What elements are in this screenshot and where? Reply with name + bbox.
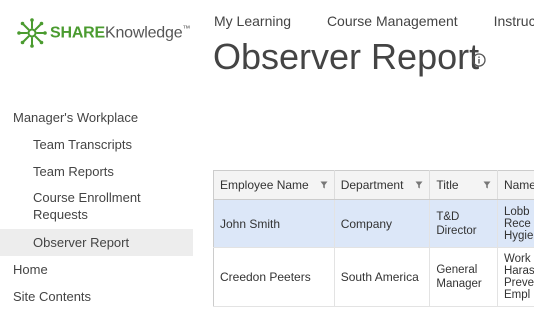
page-title: Observer Report xyxy=(213,36,479,78)
cell-title: General Manager xyxy=(430,248,498,307)
sidebar-item-site-contents[interactable]: Site Contents xyxy=(0,283,193,310)
filter-icon[interactable] xyxy=(415,181,423,189)
sidebar-item-team-reports[interactable]: Team Reports xyxy=(0,158,193,185)
filter-icon[interactable] xyxy=(483,181,491,189)
sidebar-heading-managers-workplace[interactable]: Manager's Workplace xyxy=(0,104,193,131)
cell-name: Work Haras Preve Empl xyxy=(497,248,534,307)
column-header-label: Name xyxy=(504,178,534,192)
column-header-name[interactable]: Name xyxy=(497,171,534,200)
logo[interactable]: SHAREKnowledge™ xyxy=(14,12,194,54)
sidebar-item-home[interactable]: Home xyxy=(0,256,193,283)
table-row[interactable]: John Smith Company T&D Director Lobb Rec… xyxy=(214,200,534,248)
column-header-label: Department xyxy=(341,178,404,192)
column-header-label: Title xyxy=(436,178,458,192)
observer-report-table-container: Employee Name Department Title Name John… xyxy=(213,170,534,310)
cell-name: Lobb Rece Hygie xyxy=(497,200,534,248)
logo-mark-icon xyxy=(16,17,48,49)
sidebar-navigation: Manager's Workplace Team Transcripts Tea… xyxy=(0,104,193,310)
logo-wordmark: SHAREKnowledge™ xyxy=(50,24,190,42)
topnav-course-management[interactable]: Course Management xyxy=(327,13,458,29)
cell-employee-name: John Smith xyxy=(214,200,335,248)
cell-department: South America xyxy=(334,248,430,307)
top-navigation: My Learning Course Management Instructor… xyxy=(214,13,534,29)
sidebar-item-observer-report[interactable]: Observer Report xyxy=(0,229,193,256)
observer-report-table: Employee Name Department Title Name John… xyxy=(213,170,534,307)
column-header-title[interactable]: Title xyxy=(430,171,498,200)
logo-share-text: SHARE xyxy=(50,24,105,41)
topnav-instructor[interactable]: Instructor-l xyxy=(494,13,534,29)
column-header-department[interactable]: Department xyxy=(334,171,430,200)
table-header-row: Employee Name Department Title Name xyxy=(214,171,534,200)
logo-knowledge-text: Knowledge xyxy=(105,24,182,41)
logo-trademark: ™ xyxy=(182,24,190,33)
info-icon[interactable] xyxy=(472,53,486,67)
sidebar-item-course-enrollment-requests[interactable]: Course Enrollment Requests xyxy=(0,185,193,229)
column-header-label: Employee Name xyxy=(220,178,309,192)
cell-title: T&D Director xyxy=(430,200,498,248)
table-row[interactable]: Creedon Peeters South America General Ma… xyxy=(214,248,534,307)
filter-icon[interactable] xyxy=(320,181,328,189)
column-header-employee-name[interactable]: Employee Name xyxy=(214,171,335,200)
sidebar-item-team-transcripts[interactable]: Team Transcripts xyxy=(0,131,193,158)
topnav-my-learning[interactable]: My Learning xyxy=(214,13,291,29)
cell-department: Company xyxy=(334,200,430,248)
cell-employee-name: Creedon Peeters xyxy=(214,248,335,307)
